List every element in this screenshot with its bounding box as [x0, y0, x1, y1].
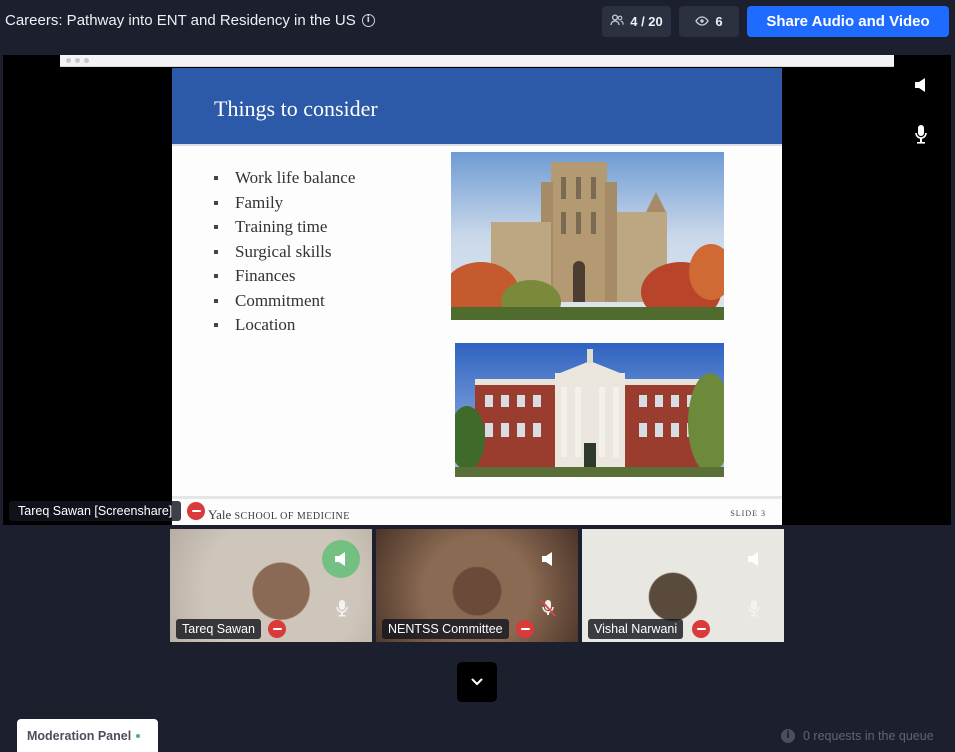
- participant-name: Tareq Sawan: [176, 619, 261, 639]
- bullet-item: Surgical skills: [214, 240, 355, 265]
- request-queue-status: i 0 requests in the queue: [781, 729, 934, 743]
- slide-title: Things to consider: [214, 96, 378, 121]
- viewers-count-badge[interactable]: 6: [679, 6, 739, 37]
- microphone-icon[interactable]: [744, 598, 764, 618]
- slide-divider: [172, 144, 782, 146]
- shared-window-titlebar: [60, 55, 894, 67]
- microphone-icon[interactable]: [908, 121, 934, 147]
- share-audio-video-button[interactable]: Share Audio and Video: [747, 6, 949, 37]
- participant-name: NENTSS Committee: [382, 619, 509, 639]
- bullet-item: Training time: [214, 215, 355, 240]
- participant-tile[interactable]: NENTSS Committee: [376, 529, 578, 642]
- bullet-item: Family: [214, 191, 355, 216]
- bullet-item: Work life balance: [214, 166, 355, 191]
- slide-bullet-list: Work life balance Family Training time S…: [214, 166, 355, 338]
- eye-icon: [695, 14, 710, 29]
- slide-header: Things to consider: [172, 68, 782, 144]
- screenshare-stage: Things to consider Work life balance Fam…: [3, 55, 951, 525]
- bullet-item: Finances: [214, 264, 355, 289]
- participants-count: 4 / 20: [630, 14, 663, 29]
- yale-school-of-medicine-logo: Yale SCHOOL OF MEDICINE: [208, 507, 350, 523]
- participants-count-badge[interactable]: 4 / 20: [602, 6, 671, 37]
- presentation-slide: Things to consider Work life balance Fam…: [172, 68, 782, 525]
- collapse-tiles-button[interactable]: [457, 662, 497, 702]
- room-title-text: Careers: Pathway into ENT and Residency …: [5, 12, 356, 29]
- slide-footer: Yale SCHOOL OF MEDICINE SLIDE 3: [172, 496, 782, 525]
- top-bar: Careers: Pathway into ENT and Residency …: [0, 0, 955, 42]
- speaker-icon[interactable]: [538, 549, 558, 569]
- moderation-panel-label: Moderation Panel: [27, 728, 132, 743]
- people-icon: [610, 14, 624, 29]
- moderation-panel-tab[interactable]: Moderation Panel: [17, 719, 158, 752]
- logo-sub-text: SCHOOL OF MEDICINE: [234, 511, 350, 522]
- speaker-icon[interactable]: [908, 72, 934, 98]
- window-controls: [66, 58, 89, 63]
- logo-main-text: Yale: [208, 507, 232, 522]
- chevron-down-icon: [471, 673, 483, 691]
- participant-tile[interactable]: Vishal Narwani: [582, 529, 784, 642]
- info-icon: i: [781, 729, 795, 743]
- bullet-item: Location: [214, 313, 355, 338]
- remove-screenshare-button[interactable]: [187, 502, 205, 520]
- remove-participant-button[interactable]: [268, 620, 286, 638]
- viewers-count: 6: [715, 14, 723, 29]
- participant-name: Vishal Narwani: [588, 619, 684, 639]
- queue-text: 0 requests in the queue: [803, 729, 934, 743]
- library-building-photo: [455, 343, 724, 477]
- room-title: Careers: Pathway into ENT and Residency …: [5, 12, 375, 29]
- remove-participant-button[interactable]: [516, 620, 534, 638]
- bullet-item: Commitment: [214, 289, 355, 314]
- speaker-icon[interactable]: [744, 549, 764, 569]
- remove-participant-button[interactable]: [692, 620, 710, 638]
- slide-number: SLIDE 3: [730, 509, 766, 518]
- participant-tile[interactable]: Tareq Sawan: [170, 529, 372, 642]
- info-icon[interactable]: i: [361, 14, 375, 27]
- status-dot-icon: [136, 733, 141, 738]
- speaking-indicator-icon: [322, 540, 360, 578]
- microphone-muted-icon[interactable]: [538, 598, 558, 618]
- presenter-label: Tareq Sawan [Screenshare]: [9, 501, 182, 521]
- gothic-library-photo: [451, 152, 724, 320]
- microphone-icon[interactable]: [332, 598, 352, 618]
